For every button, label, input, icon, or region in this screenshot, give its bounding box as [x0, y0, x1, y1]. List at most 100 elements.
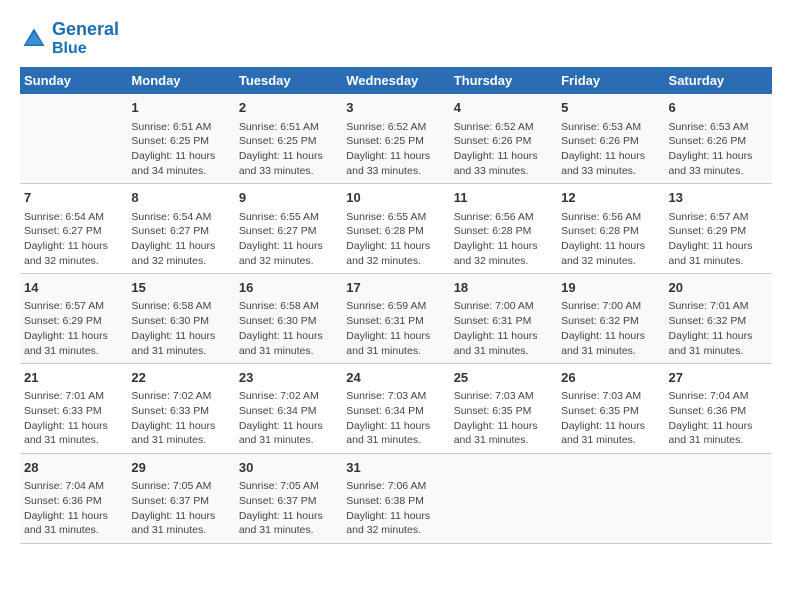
day-number: 7	[24, 189, 123, 207]
calendar-cell: 11 Sunrise: 6:56 AM Sunset: 6:28 PM Dayli…	[450, 184, 557, 274]
day-info: Sunrise: 7:03 AM Sunset: 6:35 PM Dayligh…	[561, 389, 660, 448]
calendar-cell: 29 Sunrise: 7:05 AM Sunset: 6:37 PM Dayli…	[127, 454, 234, 544]
day-number: 12	[561, 189, 660, 207]
day-info: Sunrise: 6:56 AM Sunset: 6:28 PM Dayligh…	[454, 210, 553, 269]
day-info: Sunrise: 7:02 AM Sunset: 6:34 PM Dayligh…	[239, 389, 338, 448]
calendar-cell	[557, 454, 664, 544]
day-info: Sunrise: 7:00 AM Sunset: 6:31 PM Dayligh…	[454, 299, 553, 358]
day-info: Sunrise: 6:57 AM Sunset: 6:29 PM Dayligh…	[669, 210, 768, 269]
calendar-cell: 14 Sunrise: 6:57 AM Sunset: 6:29 PM Dayli…	[20, 274, 127, 364]
day-info: Sunrise: 6:51 AM Sunset: 6:25 PM Dayligh…	[239, 120, 338, 179]
header-cell-tuesday: Tuesday	[235, 67, 342, 94]
day-number: 15	[131, 279, 230, 297]
calendar-cell: 13 Sunrise: 6:57 AM Sunset: 6:29 PM Dayli…	[665, 184, 772, 274]
day-info: Sunrise: 6:52 AM Sunset: 6:26 PM Dayligh…	[454, 120, 553, 179]
day-info: Sunrise: 6:51 AM Sunset: 6:25 PM Dayligh…	[131, 120, 230, 179]
day-number: 29	[131, 459, 230, 477]
day-number: 28	[24, 459, 123, 477]
day-number: 17	[346, 279, 445, 297]
day-number: 9	[239, 189, 338, 207]
day-number: 24	[346, 369, 445, 387]
calendar-cell	[450, 454, 557, 544]
day-number: 10	[346, 189, 445, 207]
calendar-cell: 22 Sunrise: 7:02 AM Sunset: 6:33 PM Dayli…	[127, 364, 234, 454]
day-info: Sunrise: 6:52 AM Sunset: 6:25 PM Dayligh…	[346, 120, 445, 179]
week-row-1: 1 Sunrise: 6:51 AM Sunset: 6:25 PM Daylig…	[20, 94, 772, 183]
week-row-5: 28 Sunrise: 7:04 AM Sunset: 6:36 PM Dayli…	[20, 454, 772, 544]
calendar-cell: 3 Sunrise: 6:52 AM Sunset: 6:25 PM Daylig…	[342, 94, 449, 183]
calendar-cell: 5 Sunrise: 6:53 AM Sunset: 6:26 PM Daylig…	[557, 94, 664, 183]
day-number: 30	[239, 459, 338, 477]
calendar-cell: 17 Sunrise: 6:59 AM Sunset: 6:31 PM Dayli…	[342, 274, 449, 364]
day-number: 23	[239, 369, 338, 387]
day-info: Sunrise: 6:53 AM Sunset: 6:26 PM Dayligh…	[669, 120, 768, 179]
calendar-cell: 9 Sunrise: 6:55 AM Sunset: 6:27 PM Daylig…	[235, 184, 342, 274]
week-row-3: 14 Sunrise: 6:57 AM Sunset: 6:29 PM Dayli…	[20, 274, 772, 364]
day-number: 20	[669, 279, 768, 297]
calendar-cell: 20 Sunrise: 7:01 AM Sunset: 6:32 PM Dayli…	[665, 274, 772, 364]
calendar-cell	[20, 94, 127, 183]
day-info: Sunrise: 6:56 AM Sunset: 6:28 PM Dayligh…	[561, 210, 660, 269]
day-info: Sunrise: 6:57 AM Sunset: 6:29 PM Dayligh…	[24, 299, 123, 358]
day-number: 2	[239, 99, 338, 117]
day-number: 13	[669, 189, 768, 207]
calendar-cell: 15Sunrise: 6:58 AM Sunset: 6:30 PM Dayli…	[127, 274, 234, 364]
day-info: Sunrise: 6:55 AM Sunset: 6:28 PM Dayligh…	[346, 210, 445, 269]
calendar-cell: 23 Sunrise: 7:02 AM Sunset: 6:34 PM Dayli…	[235, 364, 342, 454]
week-row-4: 21Sunrise: 7:01 AM Sunset: 6:33 PM Dayli…	[20, 364, 772, 454]
calendar-cell: 4Sunrise: 6:52 AM Sunset: 6:26 PM Daylig…	[450, 94, 557, 183]
calendar-cell	[665, 454, 772, 544]
day-number: 26	[561, 369, 660, 387]
day-info: Sunrise: 6:53 AM Sunset: 6:26 PM Dayligh…	[561, 120, 660, 179]
day-number: 1	[131, 99, 230, 117]
day-info: Sunrise: 7:04 AM Sunset: 6:36 PM Dayligh…	[669, 389, 768, 448]
week-row-2: 7 Sunrise: 6:54 AM Sunset: 6:27 PM Daylig…	[20, 184, 772, 274]
day-info: Sunrise: 6:54 AM Sunset: 6:27 PM Dayligh…	[24, 210, 123, 269]
day-info: Sunrise: 7:02 AM Sunset: 6:33 PM Dayligh…	[131, 389, 230, 448]
header-cell-sunday: Sunday	[20, 67, 127, 94]
day-number: 16	[239, 279, 338, 297]
header-cell-saturday: Saturday	[665, 67, 772, 94]
day-number: 18	[454, 279, 553, 297]
day-number: 31	[346, 459, 445, 477]
day-number: 19	[561, 279, 660, 297]
calendar-cell: 7 Sunrise: 6:54 AM Sunset: 6:27 PM Daylig…	[20, 184, 127, 274]
day-number: 22	[131, 369, 230, 387]
day-info: Sunrise: 6:58 AM Sunset: 6:30 PM Dayligh…	[239, 299, 338, 358]
logo-text: General Blue	[52, 20, 119, 57]
calendar-cell: 12 Sunrise: 6:56 AM Sunset: 6:28 PM Dayli…	[557, 184, 664, 274]
day-number: 5	[561, 99, 660, 117]
day-info: Sunrise: 7:01 AM Sunset: 6:32 PM Dayligh…	[669, 299, 768, 358]
logo: General Blue	[20, 20, 119, 57]
day-number: 3	[346, 99, 445, 117]
calendar-table: SundayMondayTuesdayWednesdayThursdayFrid…	[20, 67, 772, 544]
header-cell-wednesday: Wednesday	[342, 67, 449, 94]
day-number: 11	[454, 189, 553, 207]
day-info: Sunrise: 6:59 AM Sunset: 6:31 PM Dayligh…	[346, 299, 445, 358]
calendar-cell: 16 Sunrise: 6:58 AM Sunset: 6:30 PM Dayli…	[235, 274, 342, 364]
day-info: Sunrise: 7:04 AM Sunset: 6:36 PM Dayligh…	[24, 479, 123, 538]
page-header: General Blue	[20, 20, 772, 57]
day-info: Sunrise: 6:55 AM Sunset: 6:27 PM Dayligh…	[239, 210, 338, 269]
day-number: 6	[669, 99, 768, 117]
calendar-cell: 18 Sunrise: 7:00 AM Sunset: 6:31 PM Dayli…	[450, 274, 557, 364]
day-info: Sunrise: 6:54 AM Sunset: 6:27 PM Dayligh…	[131, 210, 230, 269]
calendar-cell: 27 Sunrise: 7:04 AM Sunset: 6:36 PM Dayli…	[665, 364, 772, 454]
calendar-cell: 26 Sunrise: 7:03 AM Sunset: 6:35 PM Dayli…	[557, 364, 664, 454]
calendar-cell: 1 Sunrise: 6:51 AM Sunset: 6:25 PM Daylig…	[127, 94, 234, 183]
calendar-cell: 19Sunrise: 7:00 AM Sunset: 6:32 PM Dayli…	[557, 274, 664, 364]
day-number: 21	[24, 369, 123, 387]
header-cell-thursday: Thursday	[450, 67, 557, 94]
calendar-cell: 6 Sunrise: 6:53 AM Sunset: 6:26 PM Daylig…	[665, 94, 772, 183]
day-info: Sunrise: 7:06 AM Sunset: 6:38 PM Dayligh…	[346, 479, 445, 538]
calendar-cell: 24 Sunrise: 7:03 AM Sunset: 6:34 PM Dayli…	[342, 364, 449, 454]
day-info: Sunrise: 7:05 AM Sunset: 6:37 PM Dayligh…	[131, 479, 230, 538]
calendar-cell: 31 Sunrise: 7:06 AM Sunset: 6:38 PM Dayli…	[342, 454, 449, 544]
day-info: Sunrise: 7:05 AM Sunset: 6:37 PM Dayligh…	[239, 479, 338, 538]
calendar-cell: 30 Sunrise: 7:05 AM Sunset: 6:37 PM Dayli…	[235, 454, 342, 544]
day-number: 25	[454, 369, 553, 387]
day-number: 14	[24, 279, 123, 297]
header-cell-monday: Monday	[127, 67, 234, 94]
day-info: Sunrise: 7:03 AM Sunset: 6:34 PM Dayligh…	[346, 389, 445, 448]
day-number: 27	[669, 369, 768, 387]
